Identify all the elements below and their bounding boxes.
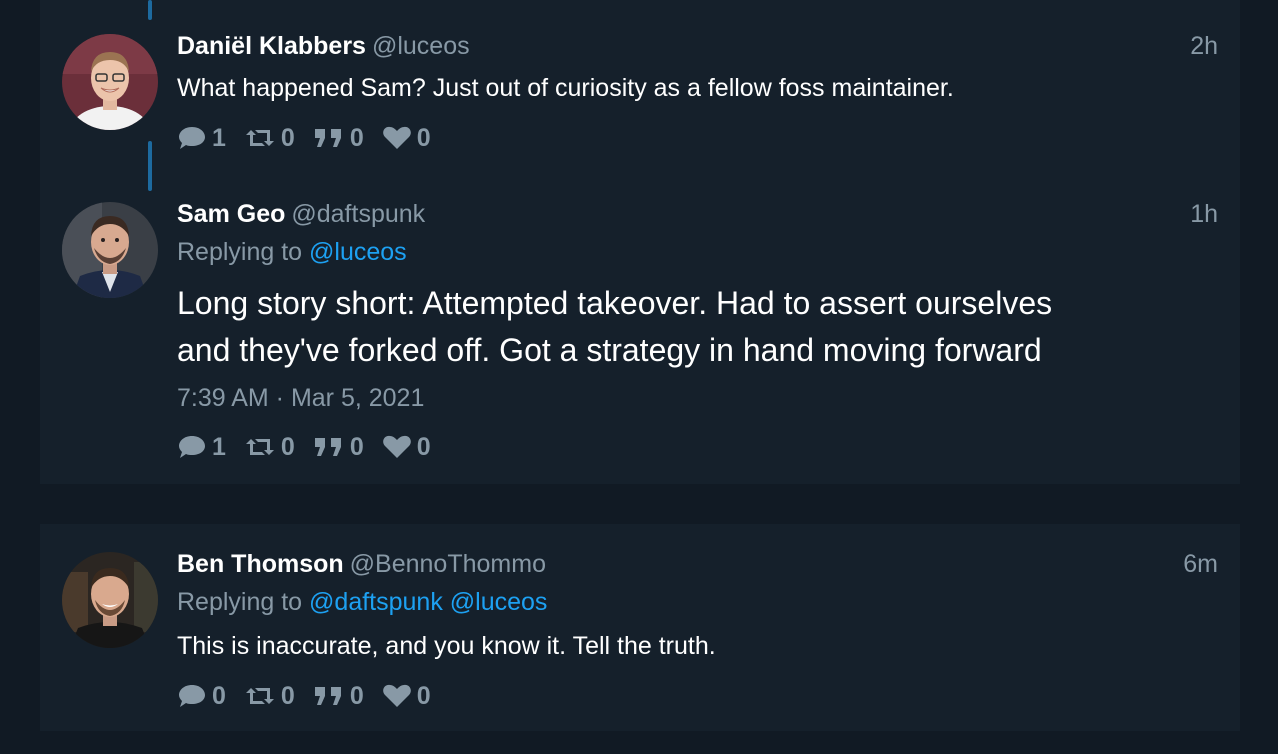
replying-to-label: Replying to (177, 588, 303, 616)
quote-button[interactable]: 0 (313, 124, 364, 153)
avatar-daniel-image (62, 34, 158, 130)
heart-icon (382, 435, 411, 458)
relative-time[interactable]: 1h (1190, 200, 1218, 229)
tweet-daniel[interactable]: Daniël Klabbers @luceos 2h What happened … (40, 0, 1240, 180)
tweet-header: Ben Thomson @BennoThommo 6m (177, 550, 1220, 580)
retweet-icon (245, 439, 274, 455)
retweet-button[interactable]: 0 (244, 682, 295, 711)
like-count: 0 (416, 123, 431, 152)
retweet-button[interactable]: 0 (244, 433, 295, 462)
replying-to-label: Replying to (177, 238, 303, 266)
heart-icon (382, 684, 411, 707)
tweet-header: Sam Geo @daftspunk 1h (177, 200, 1220, 230)
retweet-icon (245, 688, 274, 704)
display-name[interactable]: Sam Geo (177, 200, 285, 228)
user-handle[interactable]: @daftspunk (291, 200, 425, 228)
like-count: 0 (416, 681, 431, 710)
like-button[interactable]: 0 (382, 124, 431, 153)
tweet-text-line: and they've forked off. Got a strategy i… (177, 332, 1042, 368)
quote-icon (314, 129, 341, 147)
tweet-sam[interactable]: Sam Geo @daftspunk 1h Replying to @luceos… (40, 180, 1240, 484)
replying-to: Replying to @luceos (177, 238, 407, 267)
user-handle[interactable]: @BennoThommo (350, 550, 546, 578)
quote-button[interactable]: 0 (313, 433, 364, 462)
quote-count: 0 (349, 432, 364, 461)
user-handle[interactable]: @luceos (372, 32, 470, 60)
retweet-count: 0 (280, 681, 295, 710)
quote-button[interactable]: 0 (313, 682, 364, 711)
reply-button[interactable]: 1 (177, 124, 226, 153)
tweet-actions: 1 0 0 0 (177, 123, 449, 153)
tweet-text: This is inaccurate, and you know it. Tel… (177, 632, 716, 660)
avatar[interactable] (62, 552, 158, 648)
like-count: 0 (416, 432, 431, 461)
mention-link[interactable]: @daftspunk (309, 588, 443, 616)
heart-icon (382, 126, 411, 149)
retweet-button[interactable]: 0 (244, 124, 295, 153)
avatar[interactable] (62, 34, 158, 130)
thread-card: Daniël Klabbers @luceos 2h What happened … (40, 0, 1240, 484)
speech-bubble-icon (179, 685, 205, 707)
reply-count: 0 (212, 681, 226, 710)
tweet-text: What happened Sam? Just out of curiosity… (177, 74, 954, 102)
reply-card: Ben Thomson @BennoThommo 6m Replying to @… (40, 524, 1240, 731)
avatar[interactable] (62, 202, 158, 298)
relative-time[interactable]: 6m (1183, 550, 1218, 579)
tweet-actions: 1 0 0 0 (177, 432, 449, 462)
replying-to: Replying to @daftspunk @luceos (177, 588, 547, 617)
retweet-count: 0 (280, 123, 295, 152)
retweet-count: 0 (280, 432, 295, 461)
tweet-timestamp[interactable]: 7:39 AM · Mar 5, 2021 (177, 384, 424, 413)
reply-count: 1 (212, 123, 226, 152)
like-button[interactable]: 0 (382, 682, 431, 711)
tweet-text: Long story short: Attempted takeover. Ha… (177, 280, 1200, 374)
display-name[interactable]: Daniël Klabbers (177, 32, 366, 60)
quote-count: 0 (349, 123, 364, 152)
quote-icon (314, 687, 341, 705)
avatar-sam-image (62, 202, 158, 298)
like-button[interactable]: 0 (382, 433, 431, 462)
tweet-text-line: Long story short: Attempted takeover. Ha… (177, 285, 1053, 321)
reply-button[interactable]: 1 (177, 433, 226, 462)
avatar-ben-image (62, 552, 158, 648)
display-name[interactable]: Ben Thomson (177, 550, 344, 578)
mention-link[interactable]: @luceos (450, 588, 548, 616)
quote-icon (314, 438, 341, 456)
tweet-header: Daniël Klabbers @luceos 2h (177, 32, 1220, 62)
retweet-icon (245, 130, 274, 146)
speech-bubble-icon (179, 127, 205, 149)
reply-button[interactable]: 0 (177, 682, 226, 711)
relative-time[interactable]: 2h (1190, 32, 1218, 61)
tweet-actions: 0 0 0 0 (177, 681, 449, 711)
mention-link[interactable]: @luceos (309, 238, 407, 266)
reply-count: 1 (212, 432, 226, 461)
tweet-ben[interactable]: Ben Thomson @BennoThommo 6m Replying to @… (40, 524, 1240, 731)
quote-count: 0 (349, 681, 364, 710)
speech-bubble-icon (179, 436, 205, 458)
